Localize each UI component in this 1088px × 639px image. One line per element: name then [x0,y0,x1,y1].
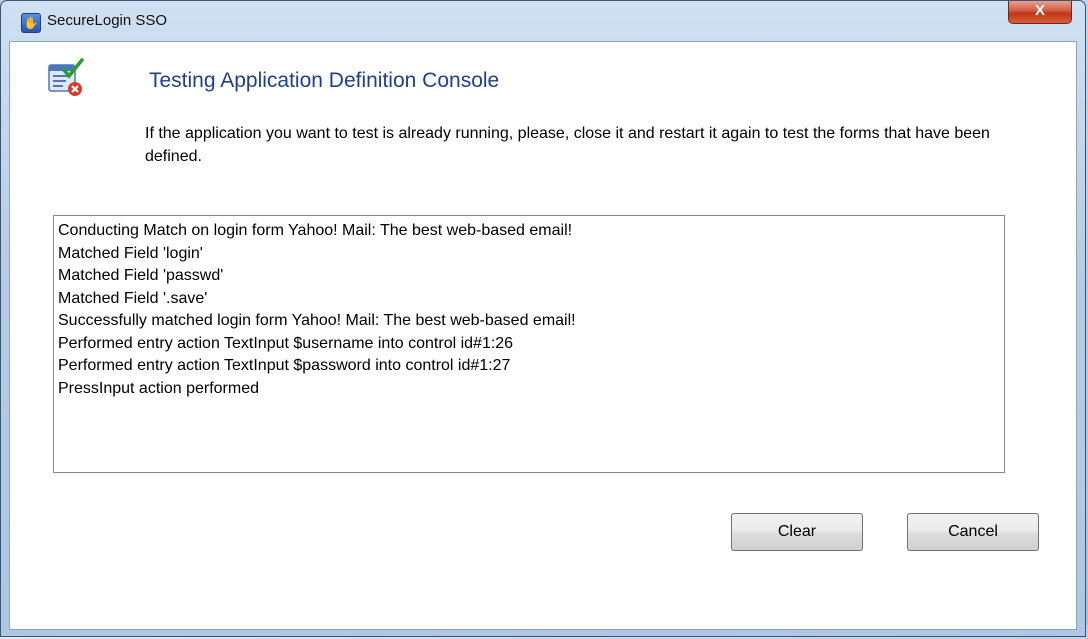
log-line: Matched Field 'login' [58,244,203,262]
page-title: Testing Application Definition Console [149,69,500,92]
clear-button[interactable]: Clear [731,513,863,551]
application-definition-check-icon [48,58,84,96]
dialog-window: ✋ SecureLogin SSO X Testing Application … [0,0,1086,637]
log-line: Conducting Match on login form Yahoo! Ma… [58,222,573,239]
window-title: SecureLogin SSO [47,12,168,29]
close-button[interactable]: X [1008,1,1072,24]
log-line: Matched Field '.save' [58,289,208,307]
results-log-textbox[interactable]: Conducting Match on login form Yahoo! Ma… [53,215,1005,473]
instruction-text: If the application you want to test is a… [145,125,990,165]
log-line: Matched Field 'passwd' [58,267,224,284]
log-line: Performed entry action TextInput $userna… [58,334,514,352]
log-line: Performed entry action TextInput $passwo… [58,357,511,374]
log-line: PressInput action performed [58,379,259,397]
hand-icon: ✋ [21,13,41,33]
title-bar[interactable]: ✋ SecureLogin SSO X [1,1,1085,37]
log-line: Successfully matched login form Yahoo! M… [58,312,576,329]
cancel-button[interactable]: Cancel [907,513,1039,551]
